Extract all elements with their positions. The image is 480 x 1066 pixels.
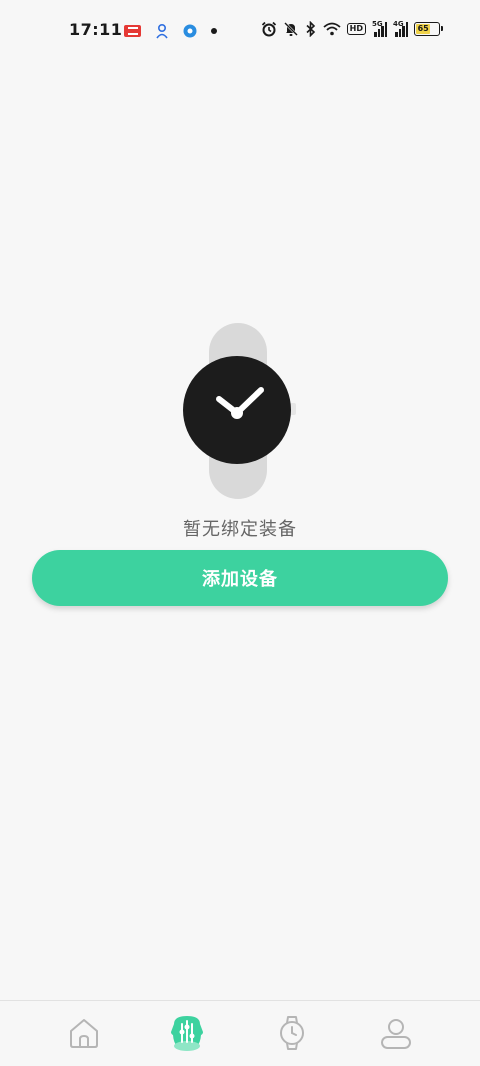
status-time: 17:11 — [69, 20, 123, 39]
battery-level: 65 — [417, 24, 429, 33]
dot-icon — [211, 28, 217, 34]
add-device-label: 添加设备 — [202, 569, 278, 589]
wifi-icon — [323, 22, 341, 36]
profile-icon — [381, 1019, 411, 1049]
hd-icon: HD — [346, 23, 366, 35]
device-screen: 17:11 HD 5G 4G 65 暂无绑定装备 添加设备 — [0, 0, 480, 1066]
empty-state-message: 暂无绑定装备 — [183, 519, 297, 540]
signal-icon: 4G — [393, 20, 408, 37]
alarm-icon — [261, 21, 276, 37]
sport-icon — [171, 1016, 203, 1051]
battery-fill: 65 — [416, 24, 431, 34]
signal-label: 4G — [393, 20, 404, 28]
notification-icons — [124, 23, 217, 39]
battery-icon: 65 — [414, 22, 443, 36]
add-device-button[interactable]: 添加设备 — [32, 550, 448, 606]
signal-icon: 5G — [372, 20, 387, 37]
watch-illustration — [183, 323, 296, 499]
bluetooth-icon — [306, 21, 315, 37]
status-bar: 17:11 HD 5G 4G 65 — [0, 0, 480, 60]
nav-item-watch[interactable] — [268, 1009, 316, 1057]
signal-label: 5G — [372, 20, 383, 28]
watch-center — [231, 407, 243, 419]
baidu-icon — [156, 23, 168, 39]
mute-icon — [283, 22, 298, 36]
system-icons: HD 5G 4G 65 — [261, 20, 443, 37]
nav-item-home[interactable] — [60, 1009, 108, 1057]
nav-item-profile[interactable] — [372, 1009, 420, 1057]
watch-icon — [280, 1016, 304, 1050]
news-icon — [124, 25, 141, 37]
home-icon — [70, 1019, 98, 1048]
bottom-nav — [0, 1000, 480, 1066]
nav-item-sport[interactable] — [163, 1009, 211, 1057]
app-icon — [183, 24, 197, 38]
